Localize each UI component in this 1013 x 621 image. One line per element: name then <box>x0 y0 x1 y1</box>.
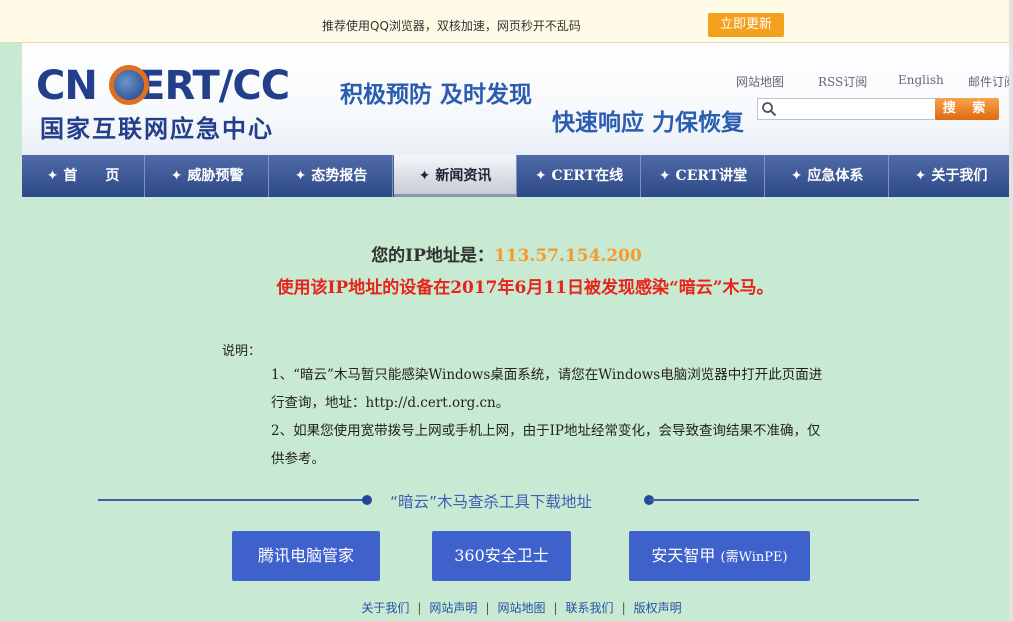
logo-subtitle: 国家互联网应急中心 <box>40 115 274 143</box>
description-item-1: 1、“暗云”木马暂只能感染Windows桌面系统，请您在Windows电脑浏览器… <box>271 367 823 411</box>
ip-value: 113.57.154.200 <box>493 246 642 266</box>
footer-separator: | <box>417 601 422 615</box>
nav-item-label: 威胁预警 <box>187 168 244 184</box>
nav-item-label: CERT讲堂 <box>675 168 748 184</box>
antiy-zhijia-button[interactable]: 安天智甲 (需WinPE) <box>629 531 810 581</box>
browser-recommendation-bar: 推荐使用QQ浏览器，双核加速，网页秒开不乱码 立即更新 <box>0 0 1013 43</box>
nav-item-about-us[interactable]: ✦ 关于我们 <box>890 155 1013 197</box>
star-icon: ✦ <box>534 168 547 184</box>
footer-link-about-us[interactable]: 关于我们 <box>361 601 409 615</box>
nav-item-label: 态势报告 <box>311 168 368 184</box>
footer-link-contact-us[interactable]: 联系我们 <box>566 601 614 615</box>
ip-address-line: 您的IP地址是：113.57.154.200 <box>0 241 1013 266</box>
tool-label: 360安全卫士 <box>454 546 549 565</box>
divider-dot <box>362 495 372 505</box>
nav-item-label: 应急体系 <box>807 168 864 184</box>
star-icon: ✦ <box>658 168 671 184</box>
footer-link-copyright[interactable]: 版权声明 <box>634 601 682 615</box>
nav-item-label: 首 页 <box>63 168 120 184</box>
tool-note: (需WinPE) <box>720 550 788 565</box>
star-icon: ✦ <box>170 168 183 184</box>
link-sitemap[interactable]: 网站地图 <box>736 73 784 90</box>
link-email-subscribe[interactable]: 邮件订阅 <box>968 73 1013 90</box>
tool-label: 安天智甲 <box>651 546 721 565</box>
star-icon: ✦ <box>46 168 59 184</box>
divider-line <box>98 499 364 501</box>
site-header: CN CERT/CC 国家互联网应急中心 积极预防 及时发现 快速响应 力保恢复… <box>22 43 1013 155</box>
star-icon: ✦ <box>914 168 927 184</box>
tool-label: 腾讯电脑管家 <box>257 546 354 565</box>
nav-item-situation-report[interactable]: ✦ 态势报告 <box>270 155 393 197</box>
logo-text[interactable]: CN CERT/CC <box>36 63 290 109</box>
nav-item-label: 关于我们 <box>931 168 988 184</box>
browser-recommendation-text: 推荐使用QQ浏览器，双核加速，网页秒开不乱码 <box>322 19 581 33</box>
footer-separator: | <box>621 601 626 615</box>
link-english[interactable]: English <box>898 73 944 87</box>
footer-link-site-statement[interactable]: 网站声明 <box>429 601 477 615</box>
nav-item-label: 新闻资讯 <box>435 168 492 184</box>
360-safeguard-button[interactable]: 360安全卫士 <box>432 531 571 581</box>
star-icon: ✦ <box>790 168 803 184</box>
nav-item-home[interactable]: ✦ 首 页 <box>22 155 145 197</box>
description-title: 说明： <box>222 344 262 359</box>
footer-links: 关于我们 | 网站声明 | 网站地图 | 联系我们 | 版权声明 <box>0 599 1013 616</box>
nav-item-threat-warning[interactable]: ✦ 威胁预警 <box>146 155 269 197</box>
nav-item-response-system[interactable]: ✦ 应急体系 <box>766 155 889 197</box>
star-icon: ✦ <box>294 168 307 184</box>
ip-label: 您的IP地址是： <box>371 246 494 266</box>
nav-item-cert-lecture[interactable]: ✦ CERT讲堂 <box>642 155 765 197</box>
logo-globe-icon <box>109 65 149 105</box>
nav-item-label: CERT在线 <box>551 168 624 184</box>
star-icon: ✦ <box>418 168 431 184</box>
slogan-first: 积极预防 及时发现 <box>340 82 533 108</box>
footer-separator: | <box>553 601 558 615</box>
update-now-button[interactable]: 立即更新 <box>708 13 784 37</box>
tencent-pc-manager-button[interactable]: 腾讯电脑管家 <box>232 531 380 581</box>
footer-separator: | <box>485 601 490 615</box>
search-icon <box>762 102 777 117</box>
footer-link-sitemap[interactable]: 网站地图 <box>497 601 545 615</box>
divider-line <box>649 499 919 501</box>
infection-warning: 使用该IP地址的设备在2017年6月11日被发现感染“暗云”木马。 <box>276 278 774 298</box>
search-input[interactable] <box>757 98 937 120</box>
tools-section-title: “暗云”木马查杀工具下载地址 <box>390 493 593 511</box>
main-nav: ✦ 首 页 ✦ 威胁预警 ✦ 态势报告 ✦ 新闻资讯 ✦ CERT在线 ✦ CERT讲堂 ✦… <box>22 155 1013 197</box>
nav-item-news[interactable]: ✦ 新闻资讯 <box>394 155 517 197</box>
scrollbar[interactable] <box>1009 0 1013 621</box>
search-button[interactable]: 搜 索 <box>935 98 999 120</box>
link-rss[interactable]: RSS订阅 <box>818 73 867 90</box>
nav-item-cert-online[interactable]: ✦ CERT在线 <box>518 155 641 197</box>
description-item-2: 2、如果您使用宽带拨号上网或手机上网，由于IP地址经常变化，会导致查询结果不准确… <box>271 423 821 467</box>
slogan-second: 快速响应 力保恢复 <box>552 110 745 136</box>
